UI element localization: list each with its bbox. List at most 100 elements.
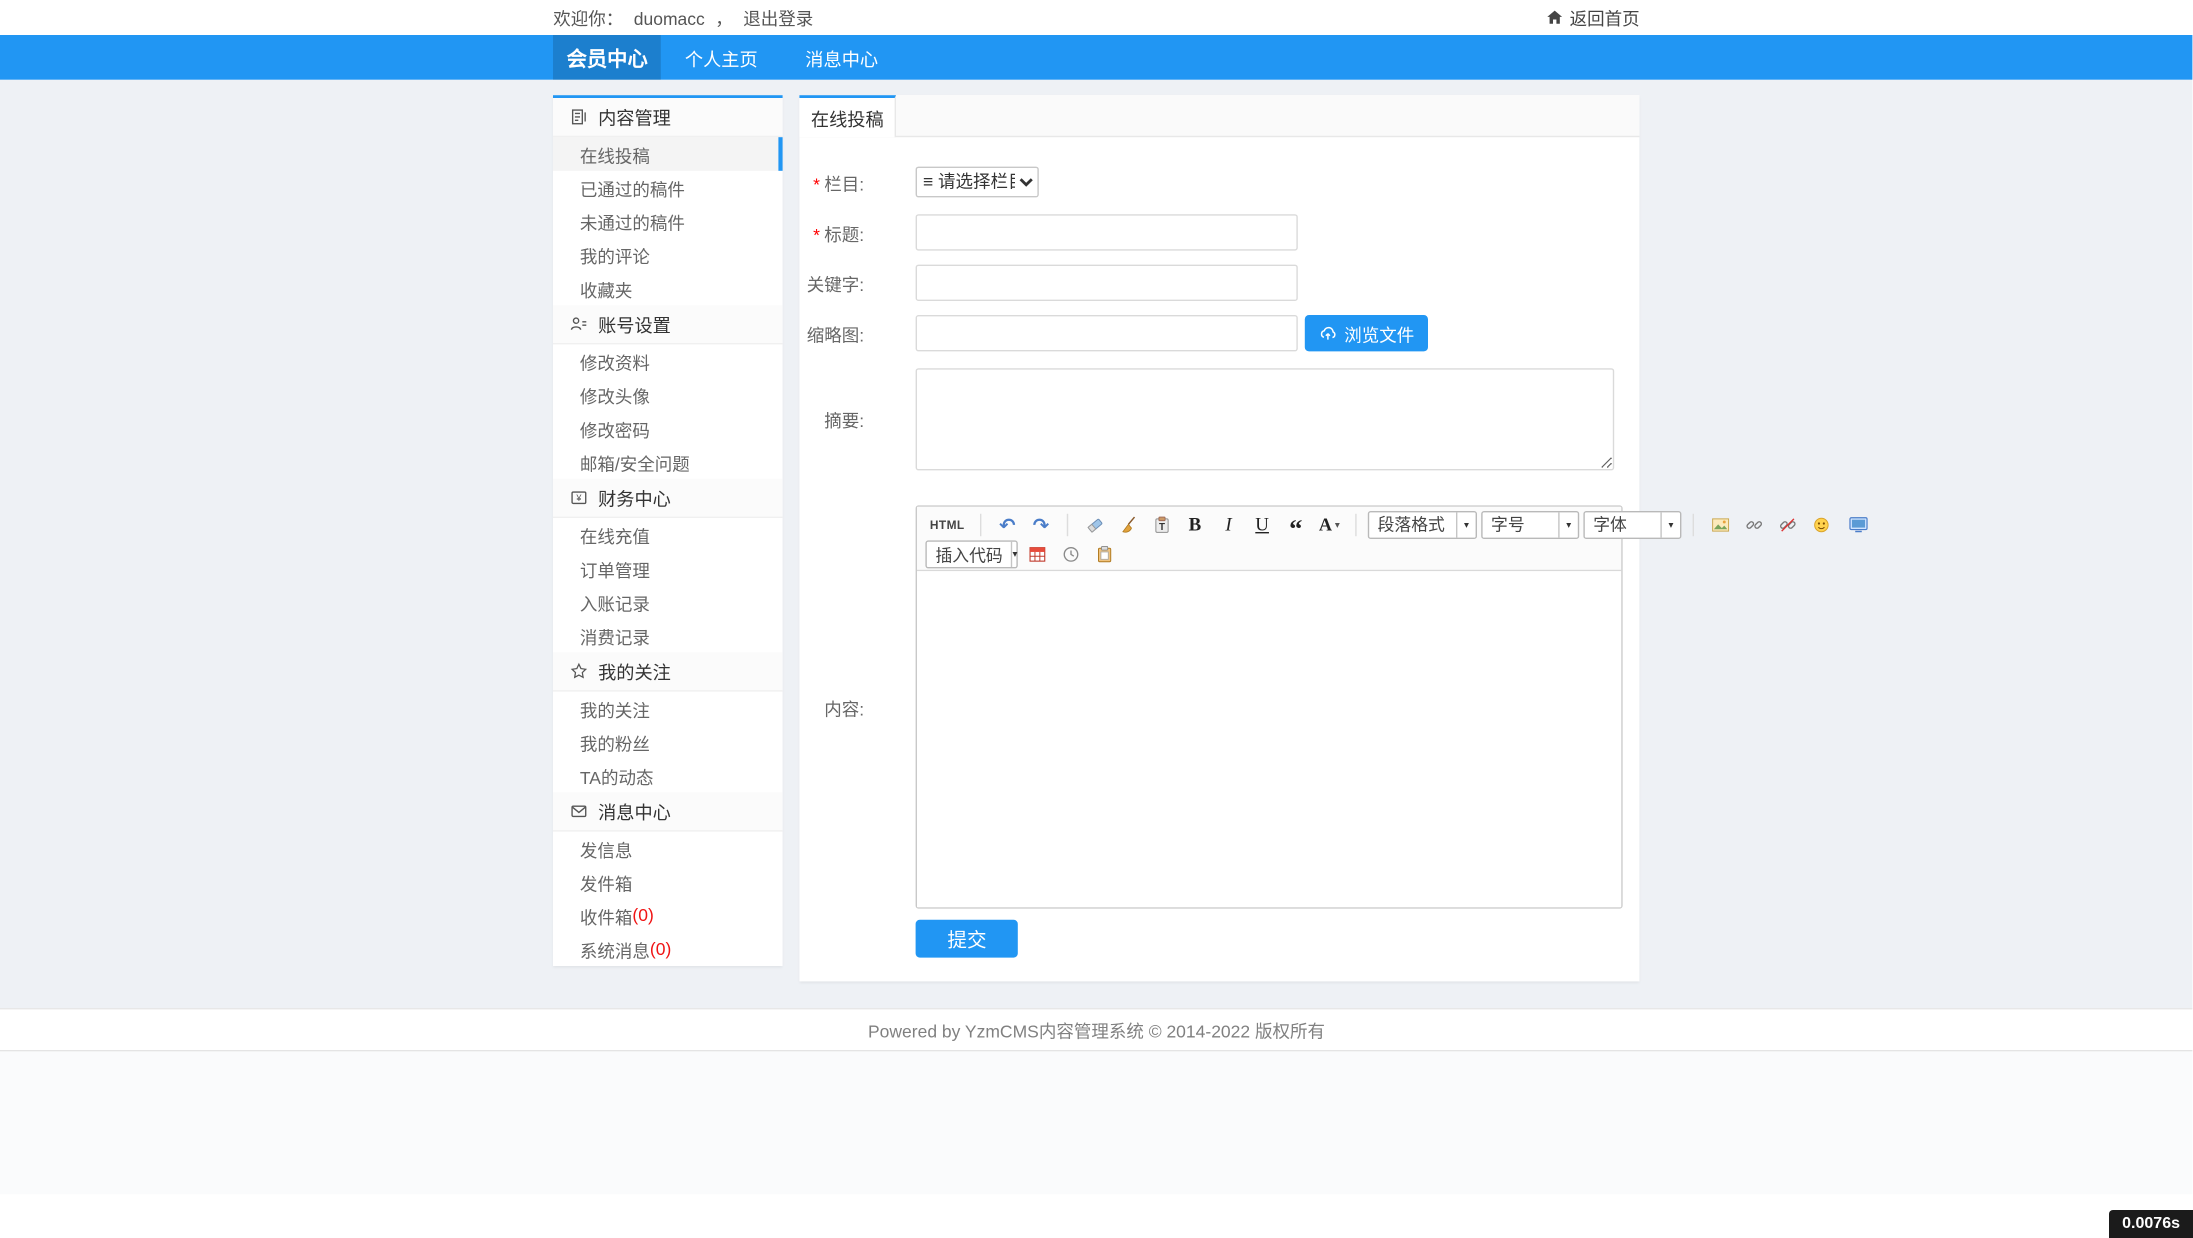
insert-image-icon[interactable] — [1705, 510, 1734, 538]
sidebar-item-ta-activities[interactable]: TA的动态 — [553, 759, 783, 793]
sidebar-item-email-security[interactable]: 邮箱/安全问题 — [553, 445, 783, 479]
sidebar-section-content-management: 内容管理 — [553, 98, 783, 137]
sidebar-item-expense-records[interactable]: 消费记录 — [553, 619, 783, 653]
toolbar-separator — [1067, 513, 1068, 535]
page-body: 内容管理 在线投稿 已通过的稿件 未通过的稿件 我的评论 收藏夹 — [0, 80, 2193, 1008]
sidebar-item-outbox[interactable]: 发件箱 — [553, 865, 783, 899]
welcome-text: 欢迎你： duomacc ， 退出登录 — [553, 4, 819, 31]
font-color-button[interactable]: A▾ — [1315, 510, 1344, 538]
svg-text:T: T — [1158, 521, 1164, 532]
tabbar: 在线投稿 — [800, 95, 1640, 137]
chevron-down-icon: ▾ — [1011, 542, 1017, 567]
home-icon — [1546, 8, 1564, 26]
sidebar-item-my-following[interactable]: 我的关注 — [553, 692, 783, 726]
back-home-label: 返回首页 — [1570, 4, 1640, 31]
footer: Powered by YzmCMS内容管理系统 © 2014-2022 版权所有 — [0, 1008, 2193, 1051]
eraser-icon[interactable] — [1079, 510, 1108, 538]
insert-link-icon[interactable] — [1739, 510, 1768, 538]
editor-content-area[interactable] — [917, 571, 1621, 907]
sidebar-item-send-message[interactable]: 发信息 — [553, 832, 783, 866]
sidebar-item-edit-avatar[interactable]: 修改头像 — [553, 378, 783, 412]
sidebar-item-system-messages[interactable]: 系统消息(0) — [553, 932, 783, 966]
paste-icon[interactable] — [1089, 540, 1118, 568]
sidebar-item-favorites[interactable]: 收藏夹 — [553, 272, 783, 306]
sidebar-item-inbox[interactable]: 收件箱(0) — [553, 899, 783, 933]
browse-file-button[interactable]: 浏览文件 — [1305, 315, 1428, 351]
section-title: 财务中心 — [598, 484, 671, 511]
title-input[interactable] — [916, 214, 1298, 250]
main-nav: 会员中心 个人主页 消息中心 — [0, 35, 2193, 80]
paragraph-format-select[interactable]: 段落格式 ▾ — [1368, 510, 1477, 538]
sidebar-item-online-submission[interactable]: 在线投稿 — [553, 137, 783, 171]
nav-item-message-center[interactable]: 消息中心 — [782, 35, 902, 80]
keywords-input[interactable] — [916, 265, 1298, 301]
sidebar-item-approved-articles[interactable]: 已通过的稿件 — [553, 171, 783, 205]
font-size-select[interactable]: 字号 ▾ — [1481, 510, 1579, 538]
unlink-icon[interactable] — [1772, 510, 1801, 538]
username-link[interactable]: duomacc — [634, 10, 705, 30]
welcome-prefix: 欢迎你： — [553, 10, 623, 30]
mail-icon — [570, 802, 588, 820]
title-label: *标题: — [800, 219, 916, 246]
section-title: 内容管理 — [598, 104, 671, 131]
table-icon[interactable] — [1022, 540, 1051, 568]
paste-plain-text-icon[interactable]: T — [1147, 510, 1176, 538]
sidebar-item-my-fans[interactable]: 我的粉丝 — [553, 725, 783, 759]
tab-online-submission[interactable]: 在线投稿 — [800, 95, 897, 137]
inbox-count: (0) — [632, 906, 653, 926]
insert-code-select[interactable]: 插入代码 ▾ — [926, 540, 1018, 568]
svg-text:¥: ¥ — [576, 493, 583, 503]
sidebar-item-edit-profile[interactable]: 修改资料 — [553, 344, 783, 378]
sidebar-item-online-recharge[interactable]: 在线充值 — [553, 518, 783, 552]
chevron-down-icon: ▾ — [1335, 519, 1340, 530]
sidebar-item-my-comments[interactable]: 我的评论 — [553, 238, 783, 272]
sidebar-section-my-following: 我的关注 — [553, 652, 783, 691]
sidebar-item-order-management[interactable]: 订单管理 — [553, 552, 783, 586]
blockquote-button[interactable]: “ — [1281, 510, 1310, 538]
content-label: 内容: — [800, 694, 916, 721]
keywords-label: 关键字: — [800, 270, 916, 297]
sidebar: 内容管理 在线投稿 已通过的稿件 未通过的稿件 我的评论 收藏夹 — [553, 95, 783, 966]
redo-icon[interactable]: ↷ — [1026, 510, 1055, 538]
chevron-down-icon: ▾ — [1456, 512, 1476, 537]
sidebar-section-finance-center: ¥ 财务中心 — [553, 479, 783, 518]
cloud-upload-icon — [1319, 324, 1337, 342]
chevron-down-icon: ▾ — [1558, 512, 1578, 537]
system-messages-count: (0) — [650, 939, 671, 959]
sidebar-item-income-records[interactable]: 入账记录 — [553, 585, 783, 619]
nav-item-personal-home[interactable]: 个人主页 — [661, 35, 781, 80]
copyright-text: Powered by YzmCMS内容管理系统 © 2014-2022 版权所有 — [868, 1016, 1325, 1043]
sidebar-section-account-settings: 账号设置 — [553, 305, 783, 344]
emoticon-icon[interactable] — [1806, 510, 1835, 538]
rich-text-editor: HTML ↶ ↷ — [916, 505, 1623, 908]
font-name-select[interactable]: 字体 ▾ — [1583, 510, 1681, 538]
thumbnail-input[interactable] — [916, 315, 1298, 351]
toolbar-separator — [1355, 513, 1356, 535]
section-title: 消息中心 — [598, 798, 671, 825]
editor-toolbar: HTML ↶ ↷ — [917, 507, 1621, 571]
user-icon — [570, 315, 588, 333]
logout-link[interactable]: 退出登录 — [743, 10, 813, 30]
star-icon — [570, 662, 588, 680]
section-title: 我的关注 — [598, 658, 671, 685]
sidebar-item-change-password[interactable]: 修改密码 — [553, 412, 783, 446]
undo-icon[interactable]: ↶ — [993, 510, 1022, 538]
clean-format-icon[interactable] — [1113, 510, 1142, 538]
sidebar-item-rejected-articles[interactable]: 未通过的稿件 — [553, 204, 783, 238]
back-home-link[interactable]: 返回首页 — [1546, 4, 1640, 31]
underline-button[interactable]: U — [1247, 510, 1276, 538]
toolbar-separator — [1693, 513, 1694, 535]
wallet-icon: ¥ — [570, 489, 588, 507]
italic-button[interactable]: I — [1214, 510, 1243, 538]
fullscreen-icon[interactable] — [1844, 510, 1873, 538]
summary-textarea[interactable] — [916, 368, 1615, 470]
chevron-down-icon: ▾ — [1660, 512, 1680, 537]
topbar: 欢迎你： duomacc ， 退出登录 返回首页 — [0, 0, 2193, 35]
performance-time-badge: 0.0076s — [2109, 1210, 2193, 1238]
category-select[interactable]: ≡ 请选择栏目 ≡ — [916, 167, 1039, 198]
html-source-button[interactable]: HTML — [926, 515, 969, 535]
bold-button[interactable]: B — [1180, 510, 1209, 538]
submit-button[interactable]: 提交 — [916, 920, 1018, 958]
nav-brand-member-center[interactable]: 会员中心 — [553, 35, 661, 80]
clock-icon[interactable] — [1056, 540, 1085, 568]
